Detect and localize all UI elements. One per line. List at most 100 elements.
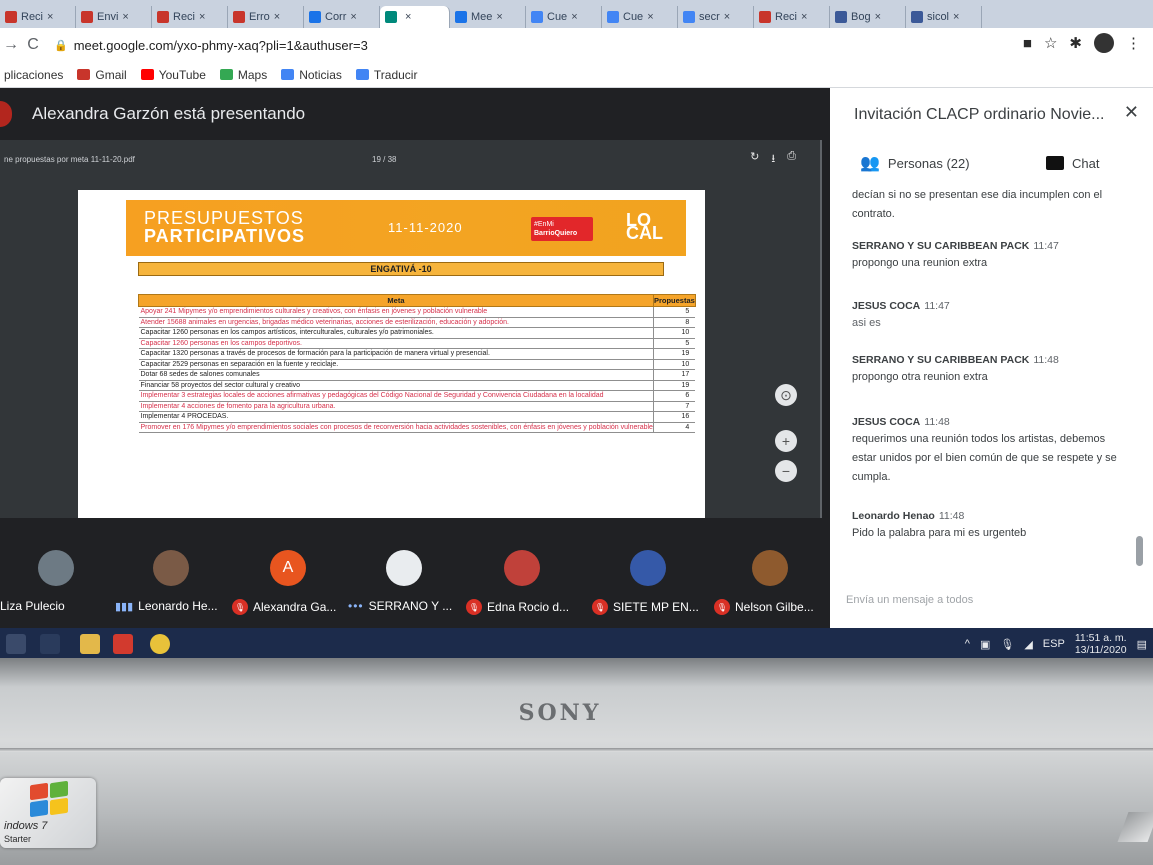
tab-close-icon[interactable]: × [496, 11, 502, 23]
clock[interactable]: 11:51 a. m. 13/11/2020 [1075, 632, 1127, 656]
chat-time: 11:47 [924, 300, 950, 312]
browser-tab[interactable]: Erro × [228, 6, 304, 28]
tab-close-icon[interactable]: × [350, 11, 356, 23]
tab-close-icon[interactable]: × [47, 11, 53, 23]
browser-tab[interactable]: × [380, 6, 450, 28]
tab-people[interactable]: 👥 Personas (22) [860, 146, 970, 180]
url-omnibox[interactable]: 🔒 meet.google.com/yxo-phmy-xaq?pli=1&aut… [54, 33, 914, 57]
badge-line-2: BarrioQuiero [534, 230, 578, 237]
zoom-out-icon[interactable]: − [775, 460, 797, 482]
tab-close-icon[interactable]: × [953, 11, 959, 23]
browser-tab[interactable]: Reci × [754, 6, 830, 28]
star-icon[interactable]: ☆ [1044, 34, 1057, 52]
meta-cell: Implementar 4 acciones de fomento para l… [138, 401, 654, 412]
chat-sender: Leonardo Henao [852, 510, 935, 522]
browser-tab[interactable]: Cue × [526, 6, 602, 28]
bookmark-item[interactable]: YouTube [140, 68, 206, 82]
bookmark-item[interactable]: Traducir [355, 68, 417, 82]
browser-tab[interactable]: Reci × [0, 6, 76, 28]
browser-tab[interactable]: Envi × [76, 6, 152, 28]
tray-expand-icon[interactable]: ^ [965, 638, 970, 650]
bookmark-item[interactable]: plicaciones [4, 68, 63, 82]
tab-close-icon[interactable]: × [274, 11, 280, 23]
participant-tile[interactable]: A 🎙 Alexandra Ga... [232, 550, 342, 628]
tab-close-icon[interactable]: × [571, 11, 577, 23]
profile-avatar[interactable] [1094, 33, 1114, 53]
browser-tab[interactable]: secr × [678, 6, 754, 28]
close-icon[interactable]: ✕ [1124, 102, 1139, 123]
lang-indicator[interactable]: ESP [1043, 638, 1065, 650]
clock-date: 13/11/2020 [1074, 644, 1127, 656]
meta-cell: Capacitar 2529 personas en separación en… [138, 359, 654, 370]
tab-chat[interactable]: Chat [1046, 146, 1099, 180]
tab-close-icon[interactable]: × [122, 11, 128, 23]
tab-label: Corr [325, 11, 347, 23]
tab-close-icon[interactable]: × [801, 11, 807, 23]
menu-dots-icon[interactable]: ⋮ [1126, 34, 1141, 52]
participant-tile[interactable]: ••• SERRANO Y ... [348, 550, 458, 628]
network-icon[interactable]: ▣ [980, 638, 990, 651]
start-icon[interactable] [6, 634, 26, 654]
bookmark-item[interactable]: Noticias [281, 68, 342, 82]
reload-icon[interactable]: C [22, 34, 44, 56]
tab-close-icon[interactable]: × [405, 11, 411, 23]
bookmark-item[interactable]: Maps [219, 68, 267, 82]
participant-name: Alexandra Ga... [253, 600, 337, 614]
participant-tile[interactable]: 🎙 Edna Rocio d... [466, 550, 576, 628]
tab-close-icon[interactable]: × [199, 11, 205, 23]
download-icon[interactable]: ⭳ [771, 150, 775, 169]
bookmark-item[interactable]: Gmail [77, 68, 127, 82]
mic-muted-icon: 🎙 [466, 599, 482, 615]
maps-icon [219, 69, 233, 80]
participant-name-row: 🎙 Edna Rocio d... [466, 599, 584, 615]
volume-icon[interactable]: ◢ [1024, 638, 1032, 651]
pdf-tools: ↻ ⭳ ⎙ [750, 150, 796, 169]
chat-text: decían si no se presentan ese dia incump… [852, 189, 1103, 220]
chat-message: SERRANO Y SU CARIBBEAN PACK 11:48 propongo… [852, 354, 1132, 387]
pdf-scrollbar[interactable] [820, 140, 822, 518]
participant-tile[interactable]: 🎙 SIETE MP EN... [592, 550, 702, 628]
tab-label: Reci [173, 11, 196, 23]
tab-favicon-icon [385, 11, 397, 23]
acrobat-icon[interactable] [113, 634, 133, 654]
table-row: Implementar 3 estrategias locales de acc… [138, 390, 696, 402]
zoom-in-icon[interactable]: + [775, 430, 797, 452]
task-view-icon[interactable] [40, 634, 60, 654]
participant-tile[interactable]: Liza Pulecio [0, 550, 110, 628]
participant-tile[interactable]: 🎙 Nelson Gilbe... [714, 550, 824, 628]
file-explorer-icon[interactable] [80, 634, 100, 654]
puzzle-icon[interactable]: ✱ [1069, 34, 1082, 52]
chat-input[interactable]: Envía un mensaje a todos [846, 594, 1136, 606]
chat-panel: Invitación CLACP ordinario Novie... ✕ 👥 … [830, 88, 1153, 628]
meeting-title: Invitación CLACP ordinario Novie... [854, 106, 1105, 123]
browser-tab[interactable]: Corr × [304, 6, 380, 28]
tab-favicon-icon [835, 11, 847, 23]
tab-close-icon[interactable]: × [875, 11, 881, 23]
locality-heading: ENGATIVÁ -10 [138, 262, 664, 276]
print-icon[interactable]: ⎙ [787, 150, 796, 169]
proposals-cell: 5 [652, 306, 696, 318]
bookmarks-bar: plicaciones Gmail YouTube Maps Noticias Tradu… [0, 62, 1153, 88]
rotate-icon[interactable]: ↻ [750, 150, 759, 169]
browser-tab[interactable]: Bog × [830, 6, 906, 28]
meta-cell: Promover en 176 Mipymes y/o emprendimien… [138, 422, 654, 433]
extension-icon[interactable]: ■ [1023, 35, 1032, 52]
participant-tile[interactable]: ▮▮▮ Leonardo He... [115, 550, 225, 628]
chat-scrollbar[interactable] [1136, 536, 1143, 566]
tab-close-icon[interactable]: × [647, 11, 653, 23]
browser-tab[interactable]: sicol × [906, 6, 982, 28]
tab-label: Envi [97, 11, 119, 23]
chrome-icon[interactable] [150, 634, 170, 654]
fit-page-icon[interactable]: ⊙ [775, 384, 797, 406]
mic-icon[interactable]: 🎙 [1000, 638, 1014, 651]
table-row: Capacitar 1260 personas en los campos de… [138, 338, 696, 349]
proposals-cell: 17 [652, 369, 696, 381]
tab-close-icon[interactable]: × [724, 11, 730, 23]
notifications-icon[interactable]: ▤ [1137, 638, 1147, 651]
meta-cell: Apoyar 241 Mipymes y/o emprendimientos c… [138, 306, 654, 318]
browser-tab[interactable]: Cue × [602, 6, 678, 28]
pdf-title-line-1: PRESUPUESTOS [144, 208, 304, 228]
back-arrow-icon[interactable]: → [0, 34, 22, 56]
browser-tab[interactable]: Mee × [450, 6, 526, 28]
browser-tab[interactable]: Reci × [152, 6, 228, 28]
